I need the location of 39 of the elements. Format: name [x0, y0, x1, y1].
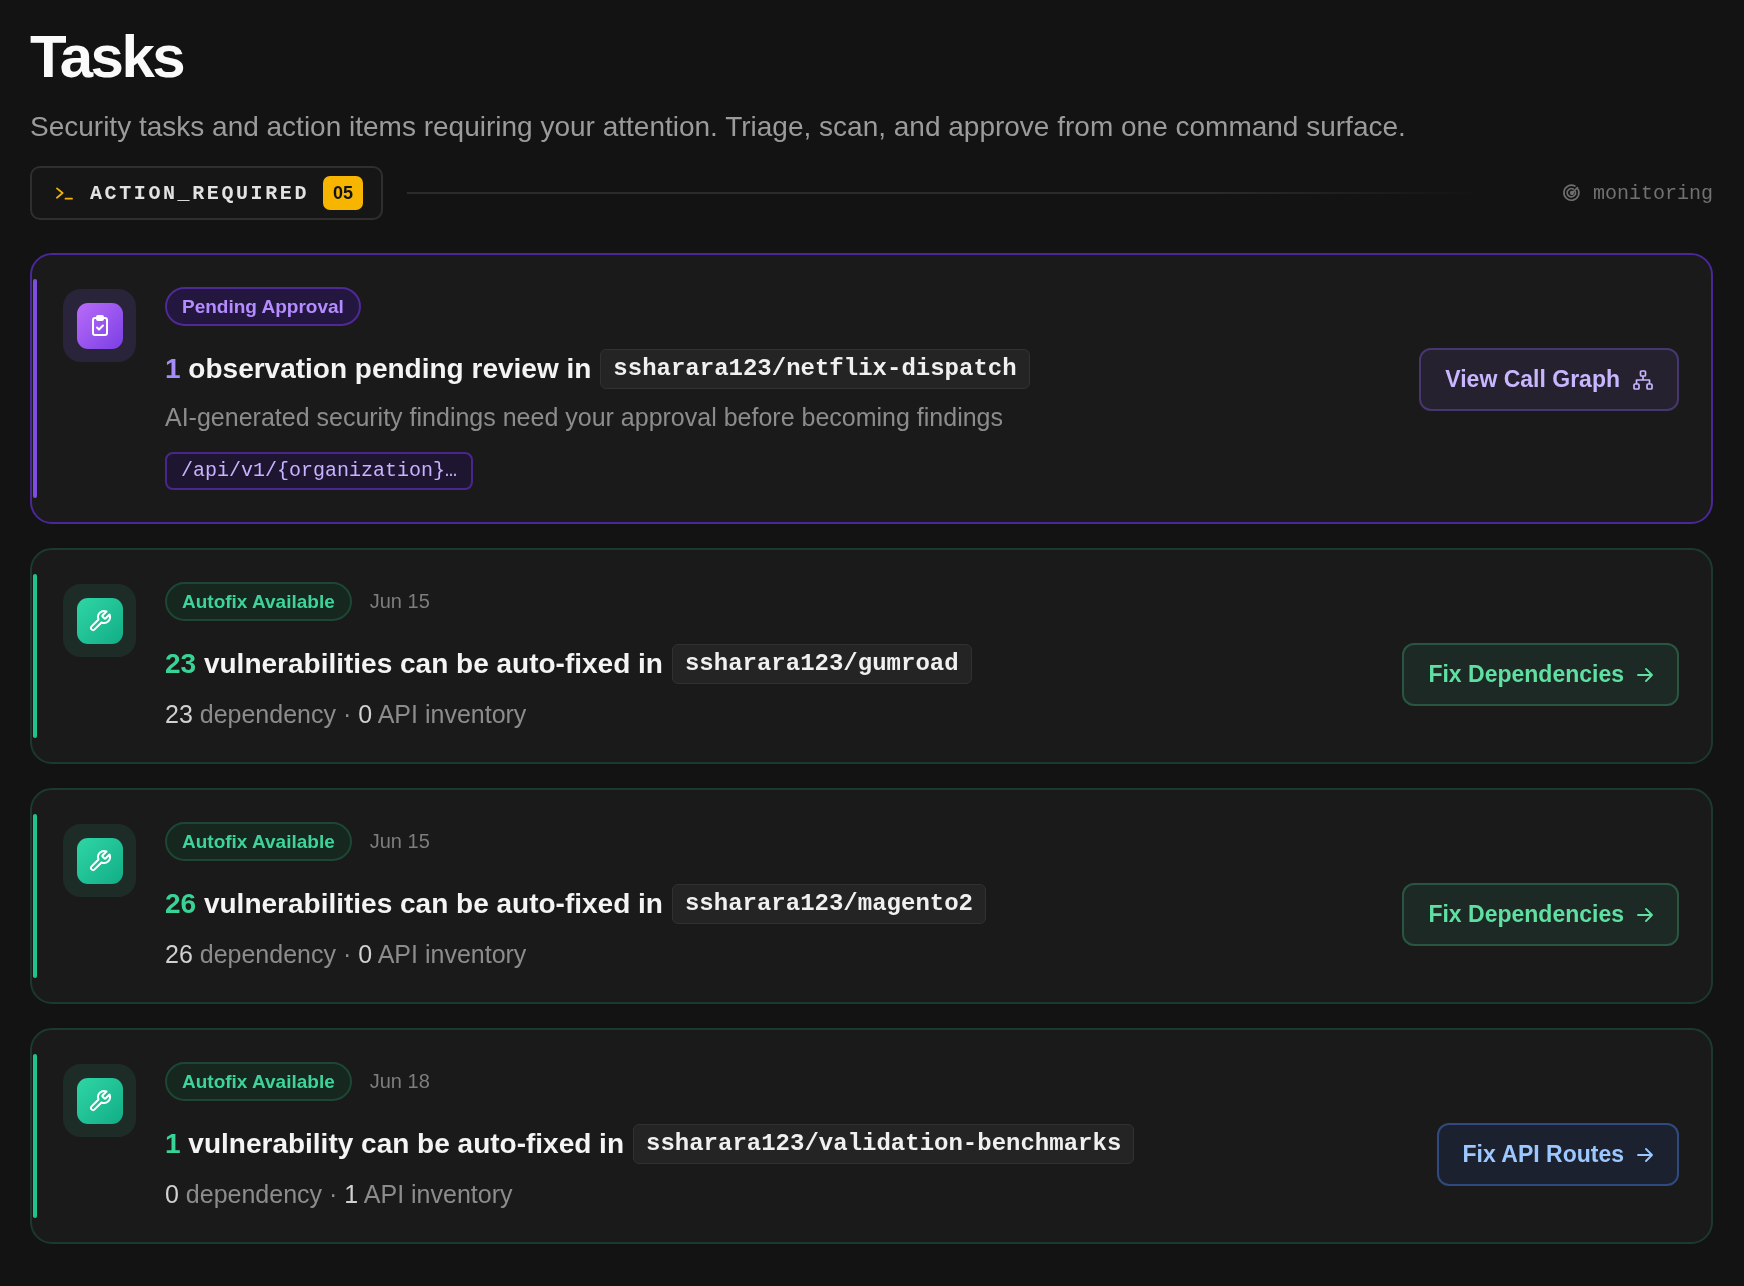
status-badge: Autofix Available [165, 1062, 352, 1101]
repo-chip: ssharara123/netflix-dispatch [600, 349, 1030, 389]
task-date: Jun 15 [369, 590, 430, 613]
count-badge: 05 [323, 176, 364, 210]
wrench-icon [63, 1064, 136, 1137]
radar-icon [1561, 183, 1582, 203]
task-stats: 23 dependency · 0 API inventory [165, 699, 527, 730]
task-headline: 1 observation pending review in [165, 352, 592, 386]
task-description: AI-generated security findings need your approval before becoming findings [165, 402, 1003, 433]
repo-chip: ssharara123/magento2 [671, 884, 986, 924]
org-chart-icon [1633, 369, 1653, 390]
task-headline: 26 vulnerabilities can be auto-fixed in [165, 887, 663, 921]
status-label: ACTION_REQUIRED [90, 181, 310, 205]
status-badge: Autofix Available [165, 822, 352, 861]
repo-chip: ssharara123/gumroad [671, 644, 972, 684]
task-date: Jun 15 [369, 830, 430, 853]
arrow-right-icon [1637, 667, 1653, 682]
monitoring-label: monitoring [1592, 181, 1713, 205]
task-stats: 0 dependency · 1 API inventory [165, 1179, 513, 1210]
wrench-icon [63, 584, 136, 657]
repo-chip: ssharara123/validation-benchmarks [633, 1124, 1135, 1164]
status-badge: Autofix Available [165, 582, 352, 621]
page-title: Tasks [30, 27, 185, 87]
status-badge: Pending Approval [165, 287, 361, 326]
task-date: Jun 18 [369, 1070, 430, 1093]
clipboard-check-icon [63, 289, 136, 362]
page-subtitle: Security tasks and action items requiring your attention. Triage, scan, and approve from one command surface. [30, 110, 1407, 144]
fix-dependencies-button[interactable]: Fix Dependencies [1402, 643, 1679, 706]
fix-api-routes-button[interactable]: Fix API Routes [1436, 1123, 1679, 1186]
terminal-prompt-icon [56, 186, 73, 200]
path-chip: /api/v1/{organization}… [165, 452, 474, 490]
call-graph-button[interactable]: View Call Graph [1419, 348, 1679, 411]
arrow-right-icon [1637, 907, 1653, 922]
wrench-icon [63, 824, 136, 897]
fix-dependencies-button[interactable]: Fix Dependencies [1402, 883, 1679, 946]
task-headline: 23 vulnerabilities can be auto-fixed in [165, 647, 663, 681]
task-headline: 1 vulnerability can be auto-fixed in [165, 1127, 624, 1161]
arrow-right-icon [1637, 1147, 1653, 1162]
task-stats: 26 dependency · 0 API inventory [165, 939, 527, 970]
